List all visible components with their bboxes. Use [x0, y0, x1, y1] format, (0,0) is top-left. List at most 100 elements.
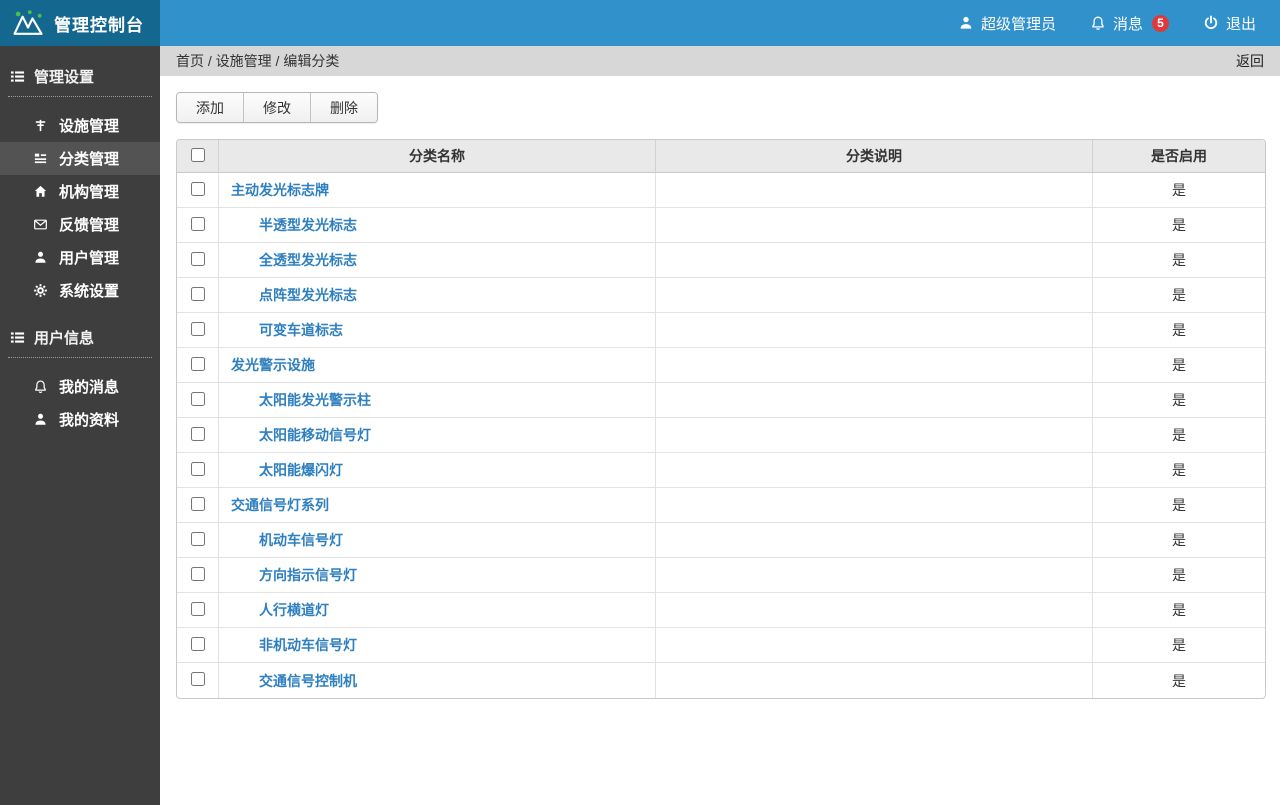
- app-logo-icon: [10, 8, 46, 38]
- sidebar-item-系统设置[interactable]: 系统设置: [0, 274, 160, 307]
- row-checkbox[interactable]: [191, 182, 205, 196]
- main-area: 首页 / 设施管理 / 编辑分类 返回 添加 修改 删除 分类名称 分类说明 是…: [160, 46, 1280, 805]
- row-checkbox[interactable]: [191, 392, 205, 406]
- add-button[interactable]: 添加: [177, 93, 244, 122]
- row-select-cell: [177, 348, 219, 383]
- category-name-cell: 太阳能爆闪灯: [219, 453, 656, 488]
- table-header-row: 分类名称 分类说明 是否启用: [177, 140, 1265, 173]
- enabled-cell: 是: [1093, 628, 1265, 663]
- category-link[interactable]: 交通信号控制机: [259, 673, 357, 689]
- category-name-cell: 人行横道灯: [219, 593, 656, 628]
- table-row: 太阳能爆闪灯是: [177, 453, 1265, 488]
- sidebar-item-label: 我的消息: [59, 376, 119, 397]
- category-description-cell: [656, 418, 1093, 453]
- current-user[interactable]: 超级管理员: [958, 13, 1056, 34]
- enabled-cell: 是: [1093, 348, 1265, 383]
- category-link[interactable]: 可变车道标志: [259, 322, 343, 338]
- sidebar-item-机构管理[interactable]: 机构管理: [0, 175, 160, 208]
- sidebar-item-分类管理[interactable]: 分类管理: [0, 142, 160, 175]
- category-link[interactable]: 人行横道灯: [259, 602, 329, 618]
- section-title-label: 管理设置: [34, 66, 94, 87]
- row-select-cell: [177, 173, 219, 208]
- category-name-cell: 主动发光标志牌: [219, 173, 656, 208]
- table-row: 全透型发光标志是: [177, 243, 1265, 278]
- table-row: 太阳能发光警示柱 是: [177, 383, 1265, 418]
- sidebar-item-label: 系统设置: [59, 280, 119, 301]
- row-select-cell: [177, 663, 219, 698]
- envelope-icon: [33, 217, 48, 232]
- list-icon: [10, 69, 25, 84]
- sidebar-item-反馈管理[interactable]: 反馈管理: [0, 208, 160, 241]
- category-table: 分类名称 分类说明 是否启用 主动发光标志牌是半透型发光标志是全透型发光标志是点…: [176, 139, 1266, 699]
- power-icon: [1203, 15, 1219, 31]
- list-alt-icon: [33, 151, 48, 166]
- category-link[interactable]: 机动车信号灯: [259, 532, 343, 548]
- category-link[interactable]: 发光警示设施: [231, 357, 315, 373]
- column-header-enabled: 是否启用: [1093, 140, 1265, 173]
- table-row: 太阳能移动信号灯是: [177, 418, 1265, 453]
- sidebar-item-我的资料[interactable]: 我的资料: [0, 403, 160, 436]
- delete-button[interactable]: 删除: [311, 93, 377, 122]
- logout-button[interactable]: 退出: [1203, 13, 1256, 34]
- row-checkbox[interactable]: [191, 672, 205, 686]
- category-name-cell: 交通信号控制机: [219, 663, 656, 698]
- row-checkbox[interactable]: [191, 427, 205, 441]
- category-description-cell: [656, 523, 1093, 558]
- category-link[interactable]: 全透型发光标志: [259, 252, 357, 268]
- bell-icon: [1090, 15, 1106, 31]
- enabled-cell: 是: [1093, 383, 1265, 418]
- row-checkbox[interactable]: [191, 322, 205, 336]
- select-all-checkbox[interactable]: [191, 148, 205, 162]
- gear-icon: [33, 283, 48, 298]
- sidebar-item-用户管理[interactable]: 用户管理: [0, 241, 160, 274]
- app-logo: 管理控制台: [0, 0, 160, 46]
- category-link[interactable]: 主动发光标志牌: [231, 182, 329, 198]
- table-row: 点阵型发光标志是: [177, 278, 1265, 313]
- messages-button[interactable]: 消息 5: [1090, 13, 1169, 34]
- row-checkbox[interactable]: [191, 287, 205, 301]
- edit-button[interactable]: 修改: [244, 93, 311, 122]
- row-checkbox[interactable]: [191, 357, 205, 371]
- category-description-cell: [656, 383, 1093, 418]
- row-checkbox[interactable]: [191, 497, 205, 511]
- row-select-cell: [177, 628, 219, 663]
- category-link[interactable]: 交通信号灯系列: [231, 497, 329, 513]
- messages-label: 消息: [1113, 13, 1143, 34]
- row-checkbox[interactable]: [191, 637, 205, 651]
- back-link[interactable]: 返回: [1236, 51, 1264, 71]
- row-select-cell: [177, 523, 219, 558]
- sidebar: 管理设置设施管理分类管理机构管理反馈管理用户管理系统设置用户信息我的消息我的资料: [0, 46, 160, 805]
- sidebar-item-设施管理[interactable]: 设施管理: [0, 109, 160, 142]
- category-name-cell: 交通信号灯系列: [219, 488, 656, 523]
- row-select-cell: [177, 593, 219, 628]
- current-user-label: 超级管理员: [981, 13, 1056, 34]
- category-description-cell: [656, 278, 1093, 313]
- column-header-description: 分类说明: [656, 140, 1093, 173]
- row-select-cell: [177, 453, 219, 488]
- enabled-cell: 是: [1093, 313, 1265, 348]
- category-link[interactable]: 太阳能发光警示柱: [259, 392, 371, 408]
- category-name-cell: 发光警示设施: [219, 348, 656, 383]
- row-checkbox[interactable]: [191, 567, 205, 581]
- category-link[interactable]: 太阳能爆闪灯: [259, 462, 343, 478]
- table-row: 机动车信号灯是: [177, 523, 1265, 558]
- row-checkbox[interactable]: [191, 532, 205, 546]
- category-link[interactable]: 方向指示信号灯: [259, 567, 357, 583]
- user-icon: [33, 412, 48, 427]
- user-icon: [33, 250, 48, 265]
- category-link[interactable]: 半透型发光标志: [259, 217, 357, 233]
- sidebar-item-我的消息[interactable]: 我的消息: [0, 370, 160, 403]
- category-name-cell: 太阳能发光警示柱: [219, 383, 656, 418]
- row-select-cell: [177, 313, 219, 348]
- sidebar-item-label: 反馈管理: [59, 214, 119, 235]
- row-checkbox[interactable]: [191, 602, 205, 616]
- row-checkbox[interactable]: [191, 252, 205, 266]
- category-name-cell: 半透型发光标志: [219, 208, 656, 243]
- category-name-cell: 全透型发光标志: [219, 243, 656, 278]
- category-link[interactable]: 点阵型发光标志: [259, 287, 357, 303]
- category-link[interactable]: 非机动车信号灯: [259, 637, 357, 653]
- category-link[interactable]: 太阳能移动信号灯: [259, 427, 371, 443]
- row-checkbox[interactable]: [191, 462, 205, 476]
- row-checkbox[interactable]: [191, 217, 205, 231]
- category-description-cell: [656, 208, 1093, 243]
